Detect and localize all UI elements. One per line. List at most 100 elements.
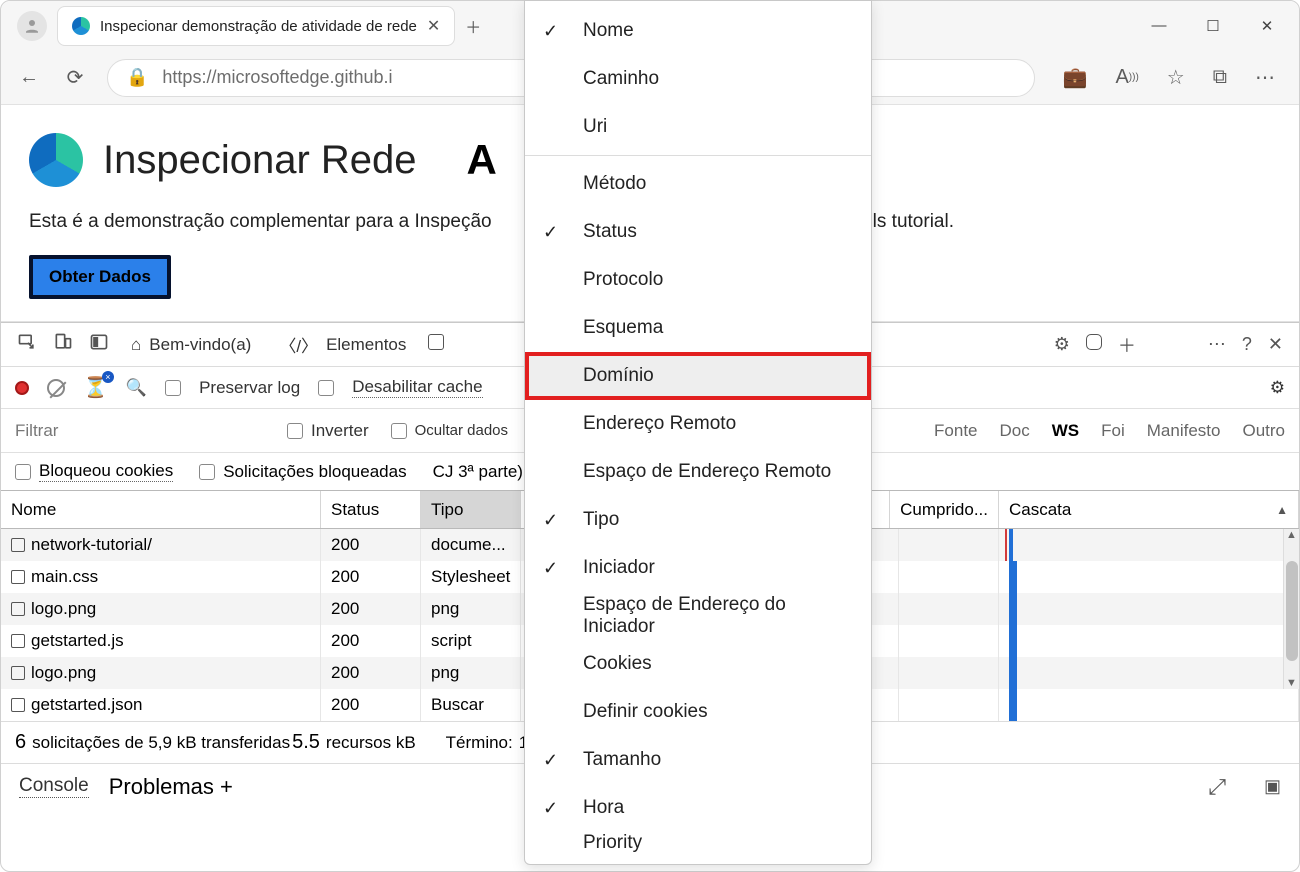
file-icon bbox=[11, 666, 25, 680]
hide-data-checkbox[interactable] bbox=[391, 423, 407, 439]
row-type: Buscar bbox=[421, 689, 521, 721]
search-icon[interactable]: 🔍 bbox=[126, 378, 147, 398]
context-menu-item[interactable]: ✓Hora bbox=[525, 784, 871, 832]
context-menu-item[interactable]: Caminho bbox=[525, 55, 871, 103]
context-menu-item[interactable]: Definir cookies bbox=[525, 688, 871, 736]
disable-cache-checkbox[interactable] bbox=[318, 380, 334, 396]
more-icon[interactable]: ⋯ bbox=[1255, 65, 1275, 90]
row-fulfilled bbox=[899, 593, 999, 625]
refresh-button[interactable]: ⟳ bbox=[61, 64, 89, 92]
dock-icon[interactable] bbox=[89, 332, 109, 357]
context-menu-item[interactable]: Protocolo bbox=[525, 256, 871, 304]
cpu-icon[interactable]: ⚙︎ bbox=[1054, 334, 1070, 355]
drawer-console-tab[interactable]: Console bbox=[19, 775, 89, 798]
file-icon bbox=[11, 570, 25, 584]
browser-tab[interactable]: Inspecionar demonstração de atividade de… bbox=[57, 6, 455, 46]
back-button[interactable]: ← bbox=[15, 64, 43, 92]
col-waterfall[interactable]: Cascata▲ bbox=[999, 491, 1299, 528]
row-waterfall bbox=[999, 529, 1299, 561]
context-menu-item[interactable]: Uri bbox=[525, 103, 871, 151]
new-tab-button[interactable]: ＋ bbox=[465, 14, 481, 38]
row-fulfilled bbox=[899, 561, 999, 593]
col-name[interactable]: Nome bbox=[1, 491, 321, 528]
col-fulfilled[interactable]: Cumprido... bbox=[890, 491, 999, 528]
page-title-extra: A bbox=[467, 136, 497, 184]
responsive-icon[interactable]: ⤢ bbox=[1208, 774, 1226, 800]
window-controls: ― ☐ ✕ bbox=[1149, 17, 1293, 35]
drawer-dock-icon[interactable]: ▣ bbox=[1264, 776, 1281, 797]
filter-outro[interactable]: Outro bbox=[1242, 421, 1285, 441]
context-menu-item[interactable]: Método bbox=[525, 160, 871, 208]
tab-close-icon[interactable]: ✕ bbox=[427, 16, 440, 36]
third-party-label: CJ 3ª parte) bbox=[433, 462, 523, 482]
file-icon bbox=[11, 634, 25, 648]
device-icon[interactable] bbox=[53, 332, 73, 357]
context-menu-item-label: Definir cookies bbox=[583, 701, 708, 723]
context-menu-item[interactable]: Endereço Remoto bbox=[525, 400, 871, 448]
profile-avatar[interactable] bbox=[17, 11, 47, 41]
blocked-requests-checkbox[interactable] bbox=[199, 464, 215, 480]
more-tools-icon[interactable]: ⋯ bbox=[1208, 334, 1226, 355]
file-icon bbox=[11, 602, 25, 616]
context-menu-item-label: Uri bbox=[583, 116, 607, 138]
filter-toggle-icon[interactable]: ⏳× bbox=[83, 375, 108, 400]
col-type[interactable]: Tipo bbox=[421, 491, 521, 528]
column-context-menu: ✓NomeCaminho Uri Método ✓ Status Protocolo Esq… bbox=[524, 0, 872, 865]
help-icon[interactable]: ? bbox=[1242, 334, 1252, 355]
context-menu-item[interactable]: ✓Tamanho bbox=[525, 736, 871, 784]
filter-input[interactable]: Filtrar bbox=[15, 421, 265, 441]
filter-foi[interactable]: Foi bbox=[1101, 421, 1125, 441]
context-menu-item[interactable]: Espaço de Endereço Remoto bbox=[525, 448, 871, 496]
context-menu-item[interactable]: Esquema bbox=[525, 304, 871, 352]
record-button[interactable] bbox=[15, 381, 29, 395]
context-menu-item[interactable]: Espaço de Endereço do Iniciador bbox=[525, 592, 871, 640]
favorite-icon[interactable]: ☆ bbox=[1167, 65, 1185, 90]
close-window-button[interactable]: ✕ bbox=[1257, 17, 1277, 35]
context-menu-item-label: Iniciador bbox=[583, 557, 655, 579]
add-tab-icon[interactable]: ＋ bbox=[1118, 332, 1136, 358]
row-name: getstarted.js bbox=[31, 631, 124, 651]
briefcase-icon[interactable]: 💼 bbox=[1063, 65, 1088, 90]
drawer-problems-tab[interactable]: Problemas + bbox=[109, 774, 233, 800]
context-menu-item[interactable]: ✓Nome bbox=[525, 7, 871, 55]
context-menu-item-label: Status bbox=[583, 221, 637, 243]
tab-console-icon[interactable] bbox=[428, 334, 444, 355]
tab-welcome[interactable]: ⌂ Bem-vindo(a) bbox=[125, 335, 257, 355]
collections-icon[interactable]: ⧉ bbox=[1213, 65, 1227, 90]
row-fulfilled bbox=[899, 625, 999, 657]
read-aloud-icon[interactable]: A))) bbox=[1115, 65, 1138, 90]
filter-manifesto[interactable]: Manifesto bbox=[1147, 421, 1221, 441]
clear-button[interactable] bbox=[47, 379, 65, 397]
context-menu-item[interactable]: ✓Iniciador bbox=[525, 544, 871, 592]
row-type: png bbox=[421, 657, 521, 689]
context-menu-item[interactable]: Domínio bbox=[525, 352, 871, 400]
col-status[interactable]: Status bbox=[321, 491, 421, 528]
row-name: main.css bbox=[31, 567, 98, 587]
context-menu-item[interactable]: ✓ Status bbox=[525, 208, 871, 256]
row-waterfall bbox=[999, 561, 1299, 593]
close-devtools-icon[interactable]: ✕ bbox=[1268, 334, 1283, 355]
check-icon: ✓ bbox=[543, 222, 558, 243]
minimize-button[interactable]: ― bbox=[1149, 17, 1169, 35]
preserve-log-checkbox[interactable] bbox=[165, 380, 181, 396]
network-settings-icon[interactable]: ⚙ bbox=[1270, 378, 1285, 398]
filter-doc[interactable]: Doc bbox=[1000, 421, 1030, 441]
row-type: docume... bbox=[421, 529, 521, 561]
context-menu-item[interactable]: Priority bbox=[525, 832, 871, 856]
context-menu-item-label: Método bbox=[583, 173, 646, 195]
context-menu-item[interactable]: ✓Tipo bbox=[525, 496, 871, 544]
finish-label: Término: bbox=[446, 733, 513, 753]
get-data-button[interactable]: Obter Dados bbox=[29, 255, 171, 299]
app-icon[interactable] bbox=[1086, 334, 1102, 355]
tab-elements[interactable]: 〈/〉 Elementos bbox=[273, 332, 412, 357]
context-menu-item-label: Esquema bbox=[583, 317, 663, 339]
table-scrollbar[interactable]: ▲▼ bbox=[1283, 529, 1299, 689]
row-name: logo.png bbox=[31, 663, 96, 683]
filter-ws[interactable]: WS bbox=[1052, 421, 1079, 441]
invert-checkbox[interactable] bbox=[287, 423, 303, 439]
context-menu-item[interactable]: Cookies bbox=[525, 640, 871, 688]
maximize-button[interactable]: ☐ bbox=[1203, 17, 1223, 35]
filter-source[interactable]: Fonte bbox=[934, 421, 977, 441]
inspect-icon[interactable] bbox=[17, 332, 37, 357]
blocked-cookies-checkbox[interactable] bbox=[15, 464, 31, 480]
